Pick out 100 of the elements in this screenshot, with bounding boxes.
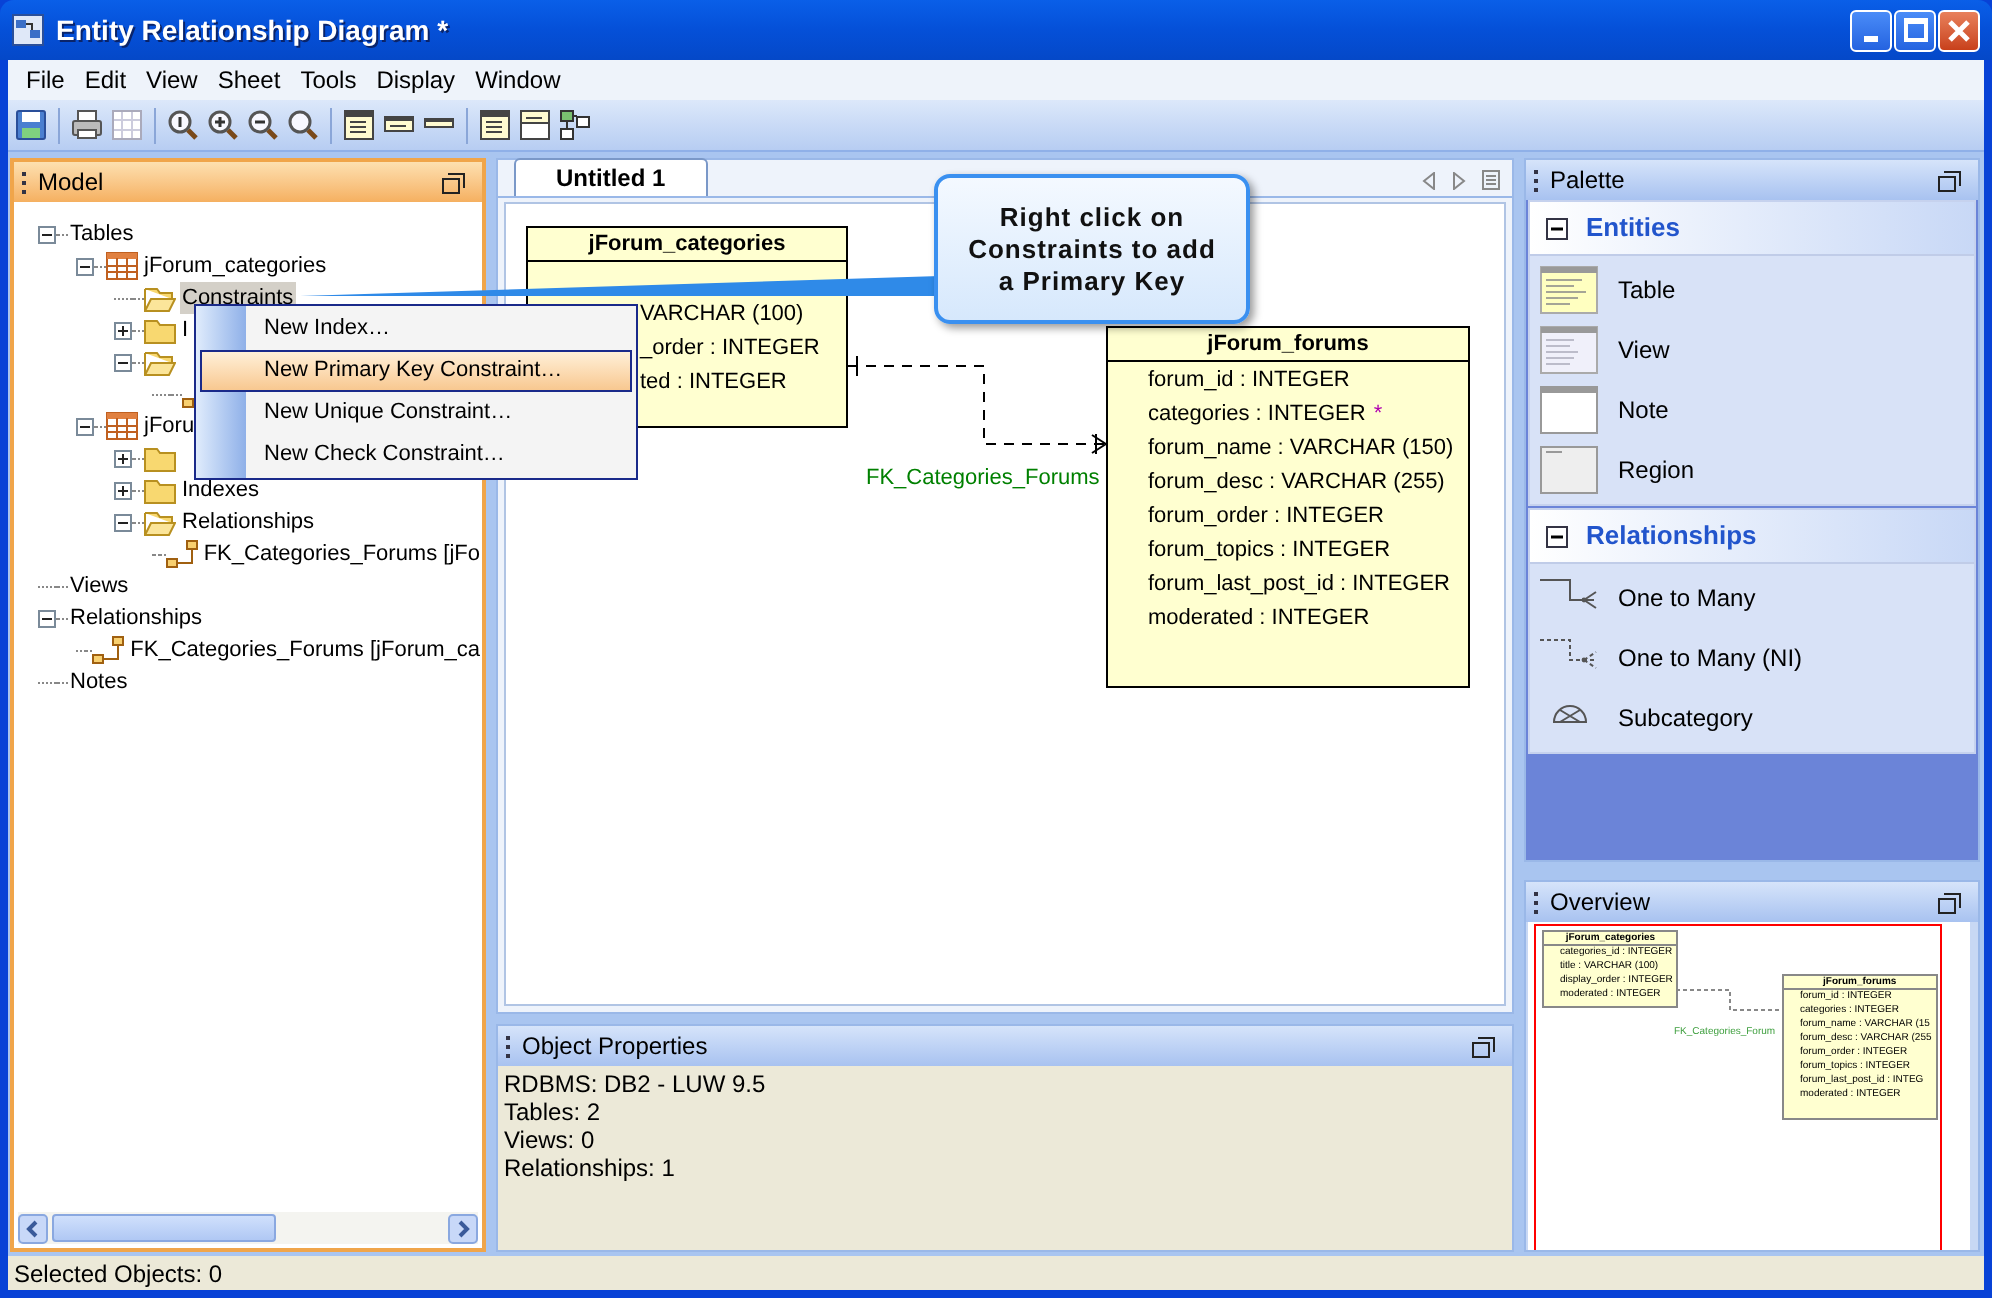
restore-icon[interactable] [1938,169,1962,191]
tab-list-icon[interactable] [1482,170,1500,190]
zoom-icon[interactable] [166,108,200,142]
callout-text: Right click on Constraints to add a Primary Key [966,201,1218,297]
view-thumbnail-icon[interactable] [1540,326,1598,374]
entity-column: forum_last_post_id : INTEGER [1108,568,1451,602]
palette-item[interactable]: View [1618,332,1670,368]
section-title: Relationships [1586,518,1757,555]
grip-icon[interactable] [1534,891,1540,913]
collapse-icon[interactable] [114,353,132,371]
property-line: Relationships: 1 [504,1154,675,1182]
table-icon[interactable] [478,108,512,142]
palette-item[interactable]: One to Many [1618,580,1756,616]
grip-icon[interactable] [1534,169,1540,191]
menu-item[interactable]: Window [465,62,571,98]
scrollbar-thumb[interactable] [52,1214,276,1242]
maximize-icon [1903,18,1927,42]
folder-icon [144,506,176,538]
expand-icon[interactable] [114,321,132,339]
palette-item[interactable]: Note [1618,392,1669,428]
folder-icon [144,314,176,346]
entity-column: categories : INTEGER * [1108,398,1383,432]
app-icon [12,14,44,46]
entity-column: moderated : INTEGER [1108,602,1370,636]
status-text: Selected Objects: 0 [14,1257,223,1291]
tree-item[interactable]: FK_Categories_Forums [jForum_ca [128,633,482,667]
zoom-in-icon[interactable] [206,108,240,142]
entity-column: forum_desc : VARCHAR (255) [1108,466,1445,500]
zoom-out-icon[interactable] [246,108,280,142]
previous-tab-icon[interactable] [1422,171,1436,189]
restore-icon[interactable] [1938,891,1962,913]
palette-item[interactable]: Subcategory [1618,700,1753,736]
panel-title: Model [38,166,104,200]
tree-item[interactable]: jForu [142,409,197,443]
expand-icon[interactable] [114,449,132,467]
restore-icon[interactable] [442,171,466,193]
collapse-icon[interactable] [76,257,94,275]
menu-item[interactable]: Edit [74,62,137,98]
layout-icon[interactable] [558,108,592,142]
palette-item[interactable]: One to Many (NI) [1618,640,1803,676]
expand-icon[interactable] [114,481,132,499]
collapse-icon[interactable] [38,225,56,243]
grip-icon[interactable] [22,171,28,193]
entity-column: forum_name : VARCHAR (150) [1108,432,1454,466]
collapse-icon[interactable] [1546,525,1568,547]
menu-item[interactable]: View [136,62,208,98]
palette-item[interactable]: Region [1618,452,1695,488]
menu-item[interactable]: Sheet [207,62,291,98]
region-thumbnail-icon[interactable] [1540,446,1598,494]
relationship-icon [165,538,198,570]
relationship-label: FK_Categories_Forums [866,464,1100,494]
tree-item[interactable]: Relationships [180,505,317,539]
collapse-icon[interactable] [76,417,94,435]
tree-item[interactable]: jForum_categories [142,249,329,283]
tree-item[interactable]: I [180,313,191,347]
menu-item[interactable]: New Primary Key Constraint… [200,350,632,392]
scroll-left-button[interactable] [18,1213,48,1243]
printer-icon[interactable] [70,108,104,142]
grip-icon[interactable] [506,1035,512,1057]
entity-table[interactable] [1106,326,1470,688]
collapse-icon[interactable] [114,513,132,531]
note-thumbnail-icon[interactable] [1540,386,1598,434]
menu-item[interactable]: Tools [290,62,367,98]
entity-column: forum_topics : INTEGER [1108,534,1391,568]
save-icon[interactable] [14,108,48,142]
restore-icon[interactable] [1472,1035,1496,1057]
tree-item[interactable]: Relationships [68,601,205,635]
zoom-icon[interactable] [286,108,320,142]
tree-item[interactable]: Indexes [180,473,262,507]
panel-title: Object Properties [522,1030,708,1064]
close-icon [1948,19,1970,41]
table-icon[interactable] [342,108,376,142]
scroll-right-button[interactable] [448,1213,478,1243]
editor-tab[interactable]: Untitled 1 [514,158,708,196]
property-line: RDBMS: DB2 - LUW 9.5 [504,1070,766,1098]
entity-column: forum_id : INTEGER [1108,364,1350,398]
tree-item[interactable]: FK_Categories_Forums [jFo [201,537,482,571]
next-tab-icon[interactable] [1452,171,1466,189]
panel-title: Overview [1550,886,1651,920]
folder-icon [144,474,176,506]
menu-item[interactable]: File [16,62,75,98]
close-button[interactable] [1938,9,1980,51]
maximize-button[interactable] [1894,9,1936,51]
minimize-button[interactable] [1850,9,1892,51]
minimize-icon [1864,35,1878,41]
table-name-icon[interactable] [518,108,552,142]
palette-item[interactable]: Table [1618,272,1676,308]
tree-item[interactable]: Views [68,569,131,603]
tree-item[interactable]: Notes [68,665,130,699]
window-title: Entity Relationship Diagram * [56,11,449,50]
collapse-icon[interactable] [38,609,56,627]
entity-name: jForum_categories [528,228,846,262]
menu-item[interactable]: Display [366,62,466,98]
tree-item[interactable]: Tables [68,217,136,251]
relationship-icon [92,634,125,666]
table-thumbnail-icon[interactable] [1540,266,1598,314]
menu-item[interactable]: New Check Constraint… [200,434,632,476]
property-line: Views: 0 [504,1126,595,1154]
collapse-icon[interactable] [1546,217,1568,239]
entity-column: forum_order : INTEGER [1108,500,1384,534]
